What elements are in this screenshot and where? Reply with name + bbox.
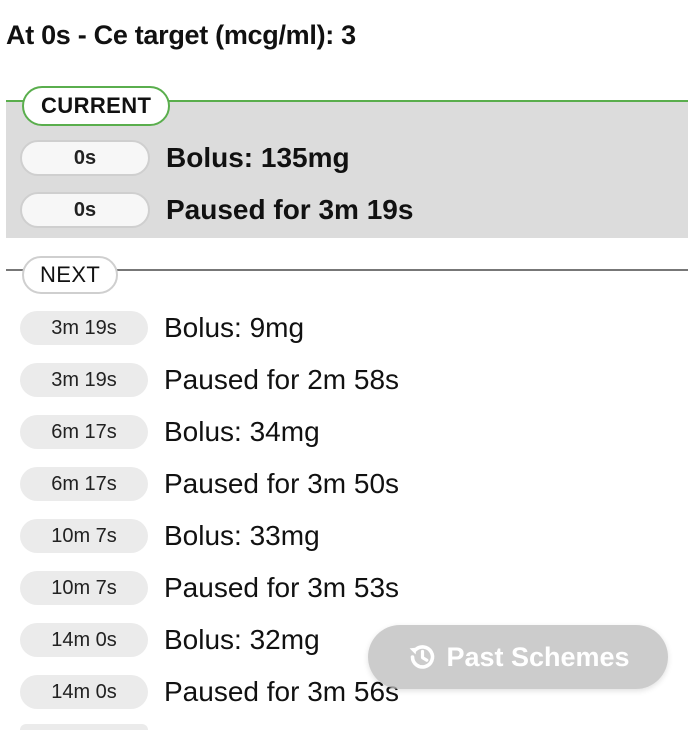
page-title: At 0s - Ce target (mcg/ml): 3 xyxy=(6,20,356,50)
next-step: 6m 17s Paused for 3m 50s xyxy=(20,464,399,504)
history-icon xyxy=(406,641,438,673)
next-step: 10m 7s Paused for 3m 53s xyxy=(20,568,399,608)
step-time-pill: 3m 19s xyxy=(20,363,148,397)
next-step: 3m 19s Paused for 2m 58s xyxy=(20,360,399,400)
current-step: 0s Paused for 3m 19s xyxy=(20,190,413,230)
past-schemes-label: Past Schemes xyxy=(446,641,630,672)
next-step: 14m 0s Bolus: 32mg xyxy=(20,620,320,660)
step-description: Bolus: 135mg xyxy=(166,142,350,173)
next-badge: NEXT xyxy=(22,256,119,294)
page: At 0s - Ce target (mcg/ml): 3 CURRENT 0s… xyxy=(0,0,688,730)
step-description: Paused for 2m 58s xyxy=(164,364,400,395)
step-description: Bolus: 34mg xyxy=(164,416,320,447)
next-step: 3m 19s Bolus: 9mg xyxy=(20,308,304,348)
next-step: 10m 7s Bolus: 33mg xyxy=(20,516,320,556)
step-time-pill: 14m 0s xyxy=(20,623,148,657)
step-description: Bolus: 33mg xyxy=(164,520,320,551)
step-time-pill: 10m 7s xyxy=(20,519,148,553)
step-time-pill: 6m 17s xyxy=(20,415,148,449)
step-description: Paused for 3m 53s xyxy=(164,572,400,603)
step-description: Bolus: 32mg xyxy=(164,624,320,655)
step-description: Paused for 3m 50s xyxy=(164,468,400,499)
step-time-pill: 14m 0s xyxy=(20,675,148,709)
step-description: Paused for 3m 19s xyxy=(166,194,414,225)
step-time-pill: 0s xyxy=(20,140,150,176)
step-time-pill: 6m 17s xyxy=(20,467,148,501)
step-time-pill: 3m 19s xyxy=(20,311,148,345)
step-description: Bolus: 9mg xyxy=(164,312,305,343)
step-description: Paused for 3m 56s xyxy=(164,676,400,707)
past-schemes-button[interactable]: Past Schemes xyxy=(368,625,668,689)
current-badge: CURRENT xyxy=(22,86,171,126)
next-step-partial xyxy=(20,724,148,730)
next-step: 14m 0s Paused for 3m 56s xyxy=(20,672,399,712)
step-time-pill: 10m 7s xyxy=(20,571,148,605)
current-step: 0s Bolus: 135mg xyxy=(20,138,350,178)
next-step: 6m 17s Bolus: 34mg xyxy=(20,412,320,452)
step-time-pill: 0s xyxy=(20,192,150,228)
